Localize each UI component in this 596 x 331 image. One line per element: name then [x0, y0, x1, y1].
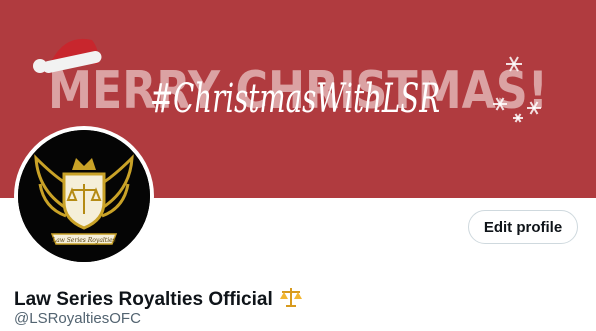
avatar-ribbon-text: Law Series Royalties — [51, 237, 116, 244]
profile-name-row: Law Series Royalties Official — [14, 286, 303, 313]
display-name: Law Series Royalties Official — [14, 288, 273, 310]
avatar[interactable]: Law Series Royalties — [14, 126, 154, 266]
user-handle: @LSRoyaltiesOFC — [14, 310, 141, 327]
scales-icon — [279, 286, 303, 313]
avatar-image[interactable]: Law Series Royalties — [18, 130, 150, 262]
banner-hashtag: #ChristmasWithLSR — [150, 76, 440, 122]
edit-profile-button[interactable]: Edit profile — [468, 210, 578, 244]
